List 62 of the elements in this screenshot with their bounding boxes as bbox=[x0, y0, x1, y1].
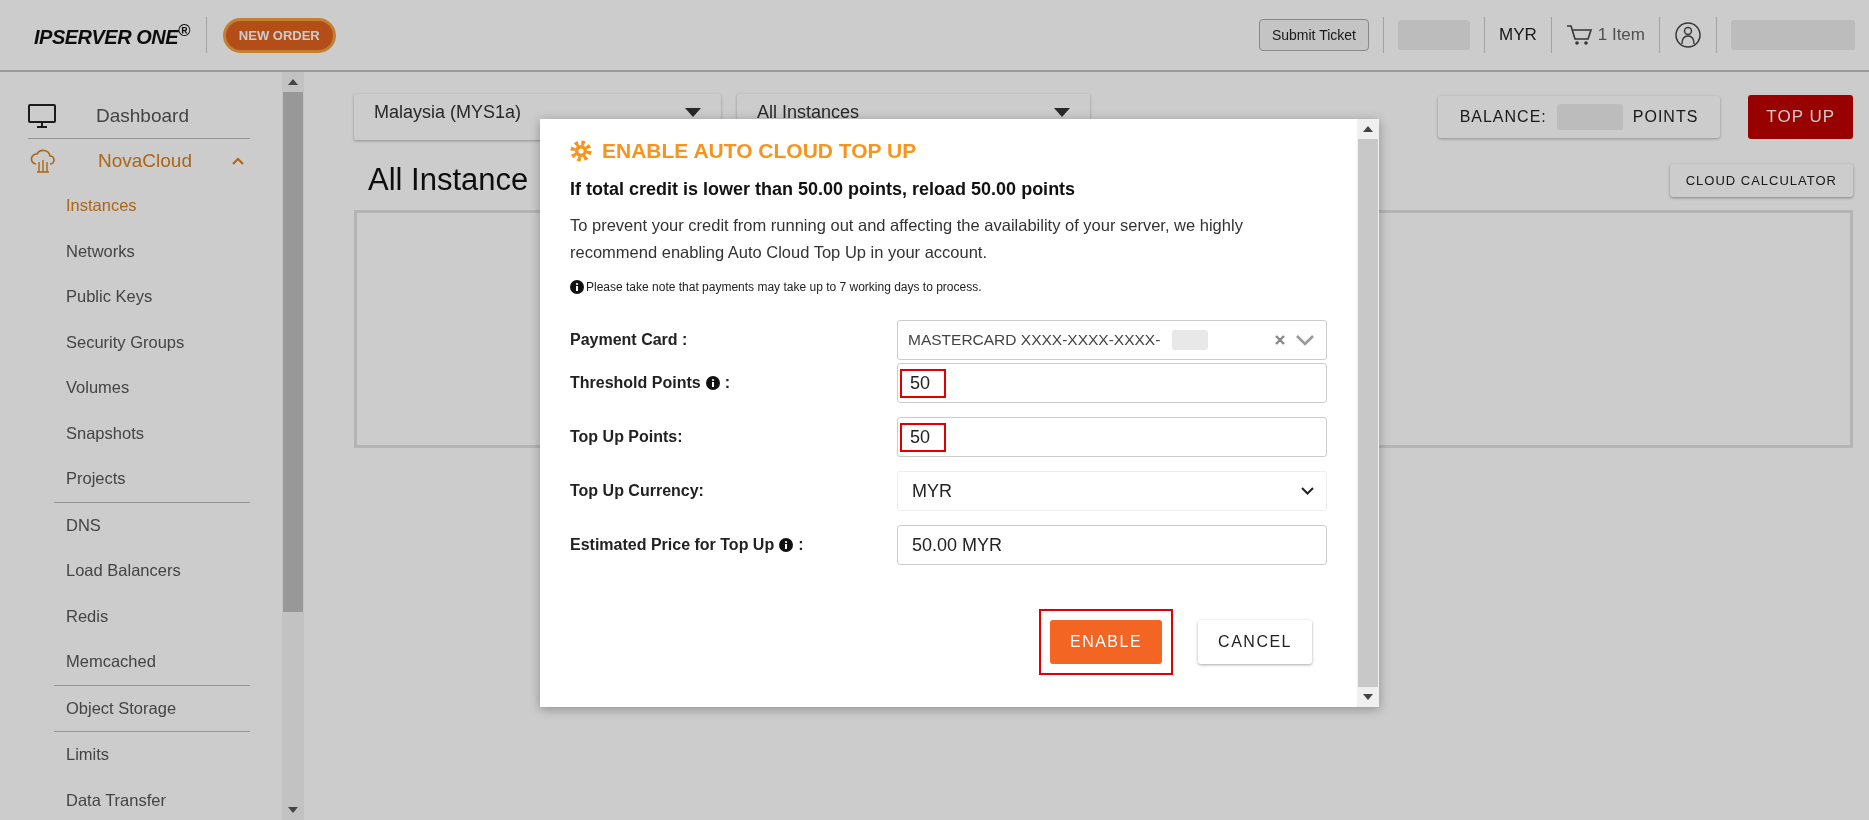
balance-display: BALANCE: POINTS bbox=[1437, 96, 1721, 138]
dropdown-arrow-icon bbox=[685, 107, 701, 117]
user-icon[interactable] bbox=[1674, 21, 1702, 49]
gear-icon bbox=[570, 140, 592, 162]
sidebar-item[interactable]: Public Keys bbox=[0, 274, 282, 320]
field-value: 50.00 MYR bbox=[911, 533, 1004, 557]
input-field[interactable]: 50 bbox=[897, 417, 1327, 457]
scroll-down-icon[interactable] bbox=[1362, 693, 1374, 701]
scroll-down-icon[interactable] bbox=[287, 806, 299, 814]
label-colon: : bbox=[798, 536, 804, 554]
sidebar-item[interactable]: Load Balancers bbox=[0, 548, 282, 594]
chevron-down-icon bbox=[1301, 487, 1314, 495]
field-label: Top Up Points: bbox=[570, 428, 683, 446]
field-label: Payment Card : bbox=[570, 331, 688, 349]
top-up-button[interactable]: TOP UP bbox=[1748, 95, 1853, 139]
payment-card-select[interactable]: MASTERCARD XXXX-XXXX-XXXX- bbox=[897, 320, 1327, 360]
scrollbar[interactable] bbox=[1357, 119, 1379, 707]
clear-icon[interactable] bbox=[1274, 334, 1286, 346]
field-label: Estimated Price for Top Up bbox=[570, 536, 775, 554]
sidebar-item[interactable]: Memcached bbox=[0, 639, 282, 685]
sidebar-item[interactable]: Volumes bbox=[0, 365, 282, 411]
sidebar-item[interactable]: Data Transfer bbox=[0, 777, 282, 820]
field-label: Threshold Points bbox=[570, 374, 701, 392]
input-field[interactable]: 50 bbox=[897, 363, 1327, 403]
sidebar-item[interactable]: Projects bbox=[0, 456, 282, 502]
cancel-button[interactable]: CANCEL bbox=[1198, 620, 1312, 664]
info-icon[interactable] bbox=[705, 376, 720, 390]
cloud-calculator-button[interactable]: CLOUD CALCULATOR bbox=[1669, 163, 1853, 197]
cart-icon[interactable] bbox=[1565, 23, 1594, 47]
info-icon[interactable] bbox=[779, 538, 794, 552]
cart-link[interactable]: 1 Item bbox=[1597, 25, 1645, 45]
description-text: To prevent your credit from running out and affecting the availability of your server, we highly recommend enabling Auto Cloud Top Up in your account. bbox=[570, 215, 1244, 263]
dropdown-arrow-icon bbox=[1054, 107, 1070, 117]
dialog-title: ENABLE AUTO CLOUD TOP UP bbox=[602, 139, 917, 163]
field-value: 50 bbox=[900, 422, 947, 452]
input-field[interactable]: 50.00 MYR bbox=[897, 525, 1327, 565]
headline-text: If total credit is lower than 50.00 points, reload 50.00 points bbox=[570, 179, 1077, 200]
field-value: 50 bbox=[900, 368, 947, 398]
currency-selector[interactable]: MYR bbox=[1498, 25, 1537, 45]
note-text: Please take note that payments may take up to 7 working days to process. bbox=[586, 280, 982, 294]
scrollbar[interactable] bbox=[282, 72, 304, 820]
scroll-up-icon[interactable] bbox=[287, 78, 299, 86]
page-heading: All Instance bbox=[368, 162, 529, 198]
field-label: Top Up Currency: bbox=[570, 482, 704, 500]
sidebar-item[interactable]: Limits bbox=[0, 732, 282, 778]
field-value: MYR bbox=[911, 479, 953, 503]
sidebar-item[interactable]: Snapshots bbox=[0, 410, 282, 456]
sidebar-item[interactable]: Redis bbox=[0, 593, 282, 639]
caret-icon[interactable] bbox=[232, 157, 244, 165]
label-colon: : bbox=[724, 374, 730, 392]
new-order-button[interactable]: NEW ORDER bbox=[222, 17, 336, 53]
scroll-up-icon[interactable] bbox=[1362, 125, 1374, 133]
sidebar-item[interactable]: Security Groups bbox=[0, 319, 282, 365]
logo: IPSERVER ONE$^{®}$ bbox=[34, 21, 190, 49]
field-value: MASTERCARD XXXX-XXXX-XXXX- bbox=[907, 330, 1162, 350]
monitor-icon bbox=[28, 104, 56, 128]
sidebar-item[interactable]: Networks bbox=[0, 228, 282, 274]
sidebar-item[interactable]: Dashboard bbox=[28, 94, 250, 139]
chevron-down-icon[interactable] bbox=[1296, 334, 1314, 346]
info-icon bbox=[570, 280, 584, 294]
currency-select[interactable]: MYR bbox=[897, 471, 1327, 511]
submit-ticket-button[interactable]: Submit Ticket bbox=[1258, 19, 1369, 51]
